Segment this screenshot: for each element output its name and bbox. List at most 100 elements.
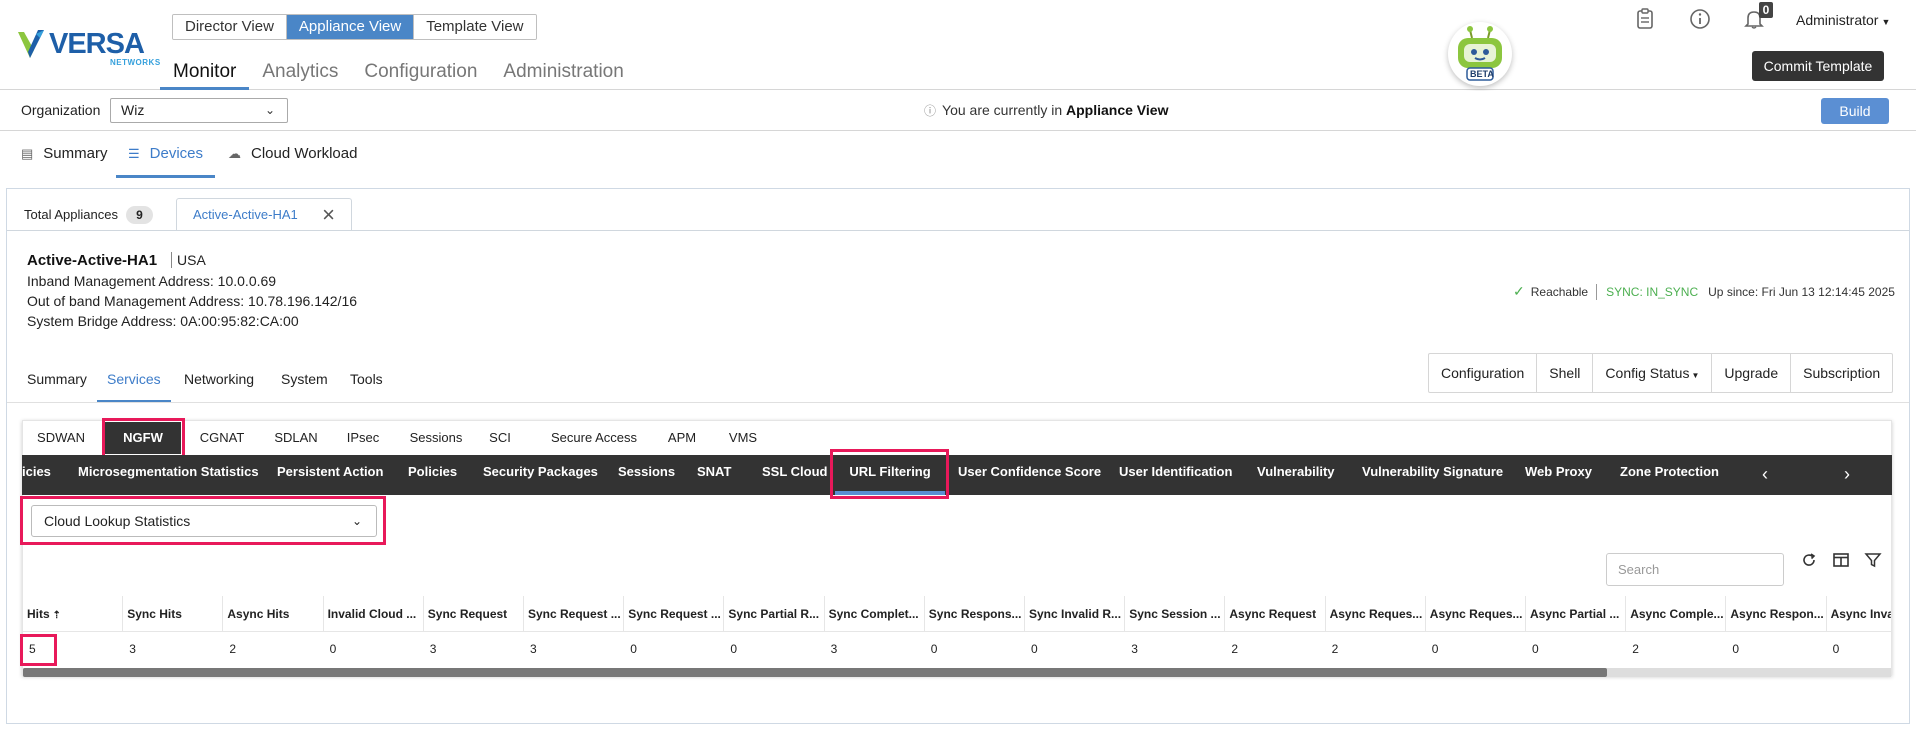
column-header[interactable]: Sync Partial R... xyxy=(724,596,825,632)
info-icon[interactable] xyxy=(1689,8,1711,30)
scroll-left-icon[interactable]: ‹ xyxy=(1762,455,1768,495)
upgrade-button[interactable]: Upgrade xyxy=(1712,354,1792,392)
column-header[interactable]: Async Inva xyxy=(1826,596,1891,632)
view-switch: Director View Appliance View Template Vi… xyxy=(172,14,537,40)
subnav-summary[interactable]: ▤ Summary xyxy=(21,132,107,178)
feature-policies[interactable]: Policies xyxy=(408,455,457,495)
column-header[interactable]: Async Hits xyxy=(223,596,324,632)
caret-down-icon: ▼ xyxy=(1881,17,1891,27)
feature-microsegmentation[interactable]: Microsegmentation Statistics xyxy=(78,455,259,495)
feature-policies-partial[interactable]: icies xyxy=(22,455,51,495)
versa-logo[interactable]: VERSA NETWORKS xyxy=(16,24,160,67)
feature-zone-protection[interactable]: Zone Protection xyxy=(1620,455,1719,495)
column-header[interactable]: Sync Invalid R... xyxy=(1025,596,1126,632)
user-menu[interactable]: Administrator ▼ xyxy=(1796,12,1890,28)
column-header[interactable]: Sync Session ... xyxy=(1125,596,1226,632)
devices-icon: ☰ xyxy=(128,146,140,161)
table-cell: 2 xyxy=(1331,642,1339,656)
scrollbar-thumb[interactable] xyxy=(23,668,1607,677)
column-header[interactable]: Async Reques... xyxy=(1325,596,1426,632)
config-status-button[interactable]: Config Status ▼ xyxy=(1593,354,1713,392)
nav-analytics[interactable]: Analytics xyxy=(249,54,351,90)
nav-monitor[interactable]: Monitor xyxy=(160,54,250,90)
column-header[interactable]: Hits ⇡ xyxy=(23,596,124,632)
uptime: Up since: Fri Jun 13 12:14:45 2025 xyxy=(1708,284,1895,299)
column-header[interactable]: Async Partial ... xyxy=(1526,596,1627,632)
organization-select[interactable]: Wiz ⌄ xyxy=(110,98,288,123)
tab-services[interactable]: Services xyxy=(97,363,171,403)
column-header[interactable]: Sync Complet... xyxy=(824,596,925,632)
total-appliances-count: 9 xyxy=(125,206,153,224)
category-sci[interactable]: SCI xyxy=(482,422,518,454)
filter-icon[interactable] xyxy=(1863,551,1883,571)
column-header[interactable]: Async Comple... xyxy=(1626,596,1727,632)
clipboard-icon[interactable] xyxy=(1634,8,1656,30)
tab-networking[interactable]: Networking xyxy=(184,363,254,403)
subscription-button[interactable]: Subscription xyxy=(1791,354,1892,392)
feature-ssl-cloud[interactable]: SSL Cloud xyxy=(762,455,827,495)
info-circle-icon: ⓘ xyxy=(924,104,937,118)
build-button[interactable]: Build xyxy=(1821,98,1889,124)
table-cell: 0 xyxy=(1732,642,1740,656)
commit-template-button[interactable]: Commit Template xyxy=(1752,51,1884,81)
feature-user-confidence-score[interactable]: User Confidence Score xyxy=(958,455,1101,495)
columns-icon[interactable] xyxy=(1831,551,1851,571)
category-sessions[interactable]: Sessions xyxy=(406,422,466,454)
feature-snat[interactable]: SNAT xyxy=(697,455,731,495)
feature-user-identification[interactable]: User Identification xyxy=(1119,455,1232,495)
subnav-cloud-workload[interactable]: ☁ Cloud Workload xyxy=(228,132,357,178)
refresh-icon[interactable] xyxy=(1799,551,1819,571)
organization-label: Organization xyxy=(21,102,101,118)
appliance-view-button[interactable]: Appliance View xyxy=(286,15,415,39)
table-cell: 2 xyxy=(229,642,237,656)
table-cell: 3 xyxy=(530,642,537,656)
column-header[interactable]: Sync Respons... xyxy=(924,596,1025,632)
ai-assistant-button[interactable]: BETA xyxy=(1448,22,1512,86)
tab-summary[interactable]: Summary xyxy=(27,363,87,403)
nav-configuration[interactable]: Configuration xyxy=(351,54,490,90)
column-header[interactable]: Async Reques... xyxy=(1425,596,1526,632)
table-cell: 0 xyxy=(1031,642,1038,656)
chevron-down-icon: ⌄ xyxy=(264,103,275,117)
category-vms[interactable]: VMS xyxy=(724,422,762,454)
template-view-button[interactable]: Template View xyxy=(414,15,536,39)
director-view-button[interactable]: Director View xyxy=(173,15,287,39)
category-ipsec[interactable]: IPsec xyxy=(337,422,389,454)
tab-tools[interactable]: Tools xyxy=(350,363,383,403)
column-header[interactable]: Sync Request ... xyxy=(624,596,725,632)
sort-ascending-icon[interactable]: ⇡ xyxy=(50,610,60,621)
category-sdlan[interactable]: SDLAN xyxy=(266,422,326,454)
feature-security-packages[interactable]: Security Packages xyxy=(483,455,598,495)
tab-system[interactable]: System xyxy=(281,363,328,403)
device-actions: Configuration Shell Config Status ▼ Upgra… xyxy=(1428,353,1894,393)
feature-web-proxy[interactable]: Web Proxy xyxy=(1525,455,1592,495)
category-apm[interactable]: APM xyxy=(662,422,702,454)
column-header[interactable]: Sync Hits xyxy=(123,596,224,632)
column-header[interactable]: Async Request xyxy=(1225,596,1326,632)
message-view-name: Appliance View xyxy=(1066,102,1169,118)
category-sdwan[interactable]: SDWAN xyxy=(30,422,92,454)
scroll-right-icon[interactable]: › xyxy=(1844,455,1850,495)
tab-total-appliances[interactable]: Total Appliances 9 xyxy=(7,198,175,231)
column-header[interactable]: Invalid Cloud ... xyxy=(323,596,424,632)
table-cell: 0 xyxy=(630,642,637,656)
category-secure-access[interactable]: Secure Access xyxy=(546,422,642,454)
nav-administration[interactable]: Administration xyxy=(490,54,636,90)
device-status: ✓ Reachable SYNC: IN_SYNC Up since: Fri … xyxy=(1513,283,1895,300)
search-input[interactable]: Search xyxy=(1606,553,1784,586)
feature-vulnerability-signature[interactable]: Vulnerability Signature xyxy=(1362,455,1503,495)
sub-nav: ▤ Summary ☰ Devices ☁ Cloud Workload xyxy=(0,132,1916,178)
feature-vulnerability[interactable]: Vulnerability xyxy=(1257,455,1335,495)
feature-persistent-action[interactable]: Persistent Action xyxy=(277,455,383,495)
subnav-devices[interactable]: ☰ Devices xyxy=(116,132,216,178)
feature-sessions[interactable]: Sessions xyxy=(618,455,675,495)
column-header[interactable]: Sync Request ... xyxy=(524,596,625,632)
configuration-button[interactable]: Configuration xyxy=(1429,354,1538,392)
column-header[interactable]: Sync Request xyxy=(423,596,524,632)
tab-device[interactable]: Active-Active-HA1 × xyxy=(176,198,352,231)
shell-button[interactable]: Shell xyxy=(1537,354,1594,392)
subnav-cloud-label: Cloud Workload xyxy=(251,145,358,162)
close-icon[interactable]: × xyxy=(322,199,335,231)
column-header[interactable]: Async Respon... xyxy=(1726,596,1827,632)
category-cgnat[interactable]: CGNAT xyxy=(192,422,252,454)
